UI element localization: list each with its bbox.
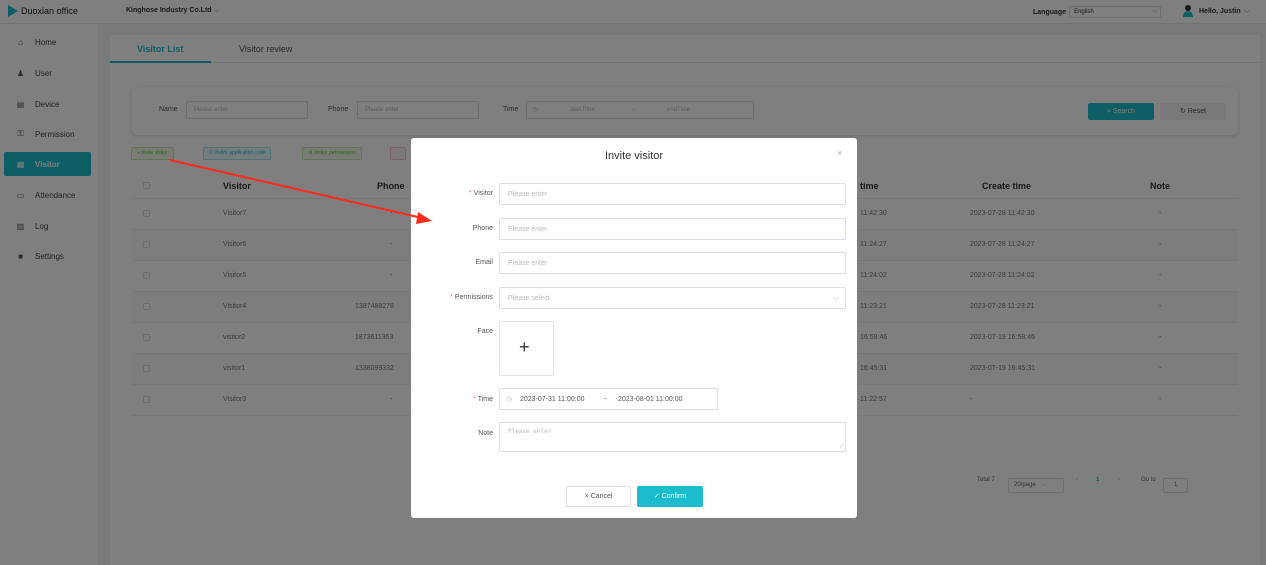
arrow-head [416, 212, 432, 224]
annotation-arrow [169, 159, 432, 224]
arrow-line [169, 159, 423, 219]
